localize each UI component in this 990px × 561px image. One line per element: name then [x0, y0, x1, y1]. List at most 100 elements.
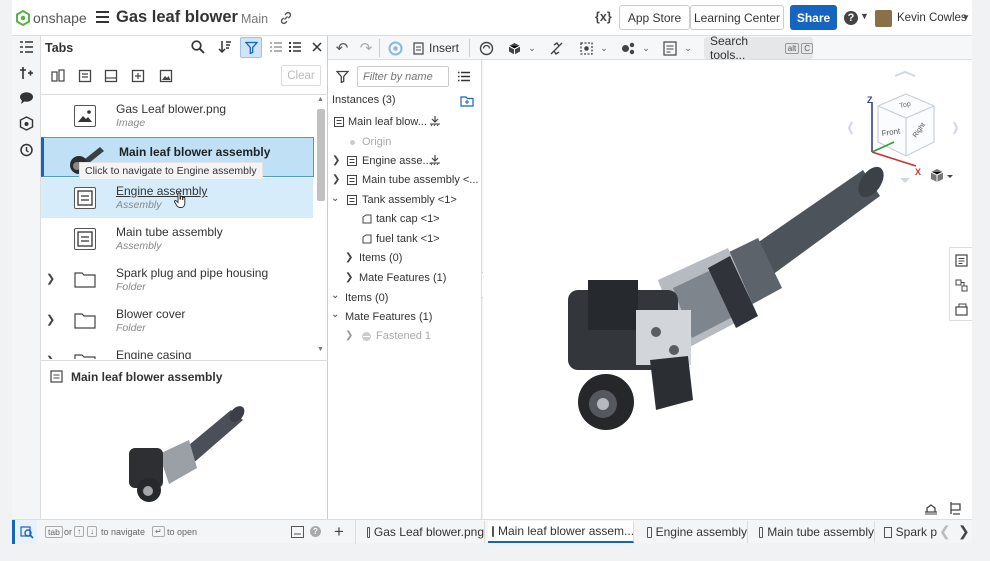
- add-tab-icon[interactable]: +: [334, 522, 344, 542]
- tab-item-blower-cover-folder[interactable]: ❯ Blower cover Folder: [41, 301, 313, 341]
- help-icon[interactable]: ?: [310, 526, 321, 537]
- undo-icon[interactable]: ↶: [333, 39, 351, 57]
- tab-spark-plug-folder[interactable]: Spark p: [880, 521, 937, 543]
- keyboard-icon[interactable]: [291, 526, 304, 538]
- drawing-filter-icon[interactable]: [104, 69, 118, 83]
- tree-item-fastened[interactable]: Fastened 1: [376, 330, 431, 342]
- chevron-down-icon[interactable]: ⌄: [331, 290, 339, 301]
- help-chevron-down-icon[interactable]: ▼: [860, 11, 869, 21]
- tree-item-main-leaf-blower[interactable]: Main leaf blow...: [348, 116, 427, 128]
- section-view-icon[interactable]: [949, 501, 962, 515]
- tabs-scrollbar[interactable]: ▲ ▼: [316, 96, 326, 359]
- filter-by-name-input[interactable]: [357, 66, 449, 87]
- chevron-down-icon[interactable]: ⌄: [641, 39, 651, 57]
- onshape-logo-icon[interactable]: [16, 10, 30, 26]
- tree-item-fuel-tank[interactable]: fuel tank <1>: [376, 233, 440, 245]
- detail-view-icon[interactable]: [288, 41, 301, 53]
- explode-view-icon[interactable]: [620, 39, 636, 57]
- chevron-down-icon[interactable]: ⌄: [331, 193, 339, 204]
- clear-button[interactable]: Clear: [281, 65, 321, 86]
- tab-item-engine-casing-folder[interactable]: ❯ Engine casing: [41, 342, 313, 359]
- search-icon[interactable]: [191, 40, 205, 54]
- avatar[interactable]: [875, 10, 892, 27]
- application-filter-icon[interactable]: [131, 69, 145, 83]
- assembly-filter-icon[interactable]: [78, 69, 92, 83]
- tab-gas-leaf-blower-png[interactable]: Gas Leaf blower.png: [363, 521, 485, 543]
- filter-button[interactable]: [240, 37, 262, 58]
- tree-item-engine-assembly[interactable]: Engine asse...: [362, 155, 432, 167]
- tab-item-main-tube-assembly[interactable]: Main tube assembly Assembly: [41, 219, 313, 259]
- search-tools-input[interactable]: Search tools... alt C: [704, 34, 813, 62]
- user-chevron-down-icon[interactable]: ▼: [962, 13, 970, 22]
- refresh-icon[interactable]: [386, 39, 404, 57]
- redo-icon[interactable]: ↷: [357, 39, 375, 57]
- chevron-down-icon[interactable]: ⌄: [683, 39, 693, 57]
- comments-icon[interactable]: [19, 91, 34, 105]
- history-icon[interactable]: [19, 142, 34, 157]
- tree-item-tank-assembly[interactable]: Tank assembly <1>: [362, 194, 457, 206]
- tab-main-leaf-blower-assembly[interactable]: Main leaf blower assem...: [488, 521, 634, 543]
- chevron-right-icon[interactable]: ❯: [46, 313, 55, 326]
- branch-name[interactable]: Main: [241, 12, 268, 26]
- tree-item-mate-features[interactable]: Mate Features (1): [345, 311, 432, 323]
- insert-parts-icon[interactable]: [19, 66, 34, 80]
- filter-icon[interactable]: [336, 70, 349, 83]
- scrollbar-thumb[interactable]: [317, 109, 325, 201]
- document-title[interactable]: Gas leaf blower: [116, 8, 238, 27]
- tree-item-items[interactable]: Items (0): [359, 252, 402, 264]
- list-view-icon[interactable]: [270, 41, 282, 53]
- tab-item-spark-plug-folder[interactable]: ❯ Spark plug and pipe housing Folder: [41, 260, 313, 300]
- named-positions-icon[interactable]: [662, 39, 678, 57]
- variables-icon[interactable]: {x}: [595, 10, 612, 24]
- scroll-tabs-right-icon[interactable]: ❯: [958, 523, 970, 540]
- graphics-viewport[interactable]: Z X Top Front Right: [483, 60, 972, 519]
- mate-connector-icon[interactable]: [506, 39, 522, 57]
- menu-icon[interactable]: [96, 11, 109, 23]
- link-icon[interactable]: [279, 11, 293, 25]
- view-options-icon[interactable]: [929, 168, 955, 184]
- chevron-right-icon[interactable]: ❯: [332, 155, 340, 166]
- bom-icon[interactable]: [955, 254, 968, 267]
- tree-item-mate-features[interactable]: Mate Features (1): [359, 272, 446, 284]
- brand-name[interactable]: onshape: [33, 10, 87, 26]
- chevron-down-icon[interactable]: ⌄: [527, 39, 537, 57]
- tab-item-engine-assembly[interactable]: Engine assembly Assembly: [41, 178, 313, 218]
- tree-item-items[interactable]: Items (0): [345, 292, 388, 304]
- parts-library-icon[interactable]: [19, 116, 34, 131]
- chevron-right-icon[interactable]: ❯: [46, 354, 55, 359]
- chevron-right-icon[interactable]: ❯: [332, 174, 340, 185]
- scroll-up-icon[interactable]: ▲: [317, 96, 324, 103]
- slider-mate-icon[interactable]: [578, 39, 594, 57]
- chevron-right-icon[interactable]: ❯: [345, 272, 353, 283]
- create-folder-icon[interactable]: [460, 95, 474, 107]
- list-options-icon[interactable]: [458, 71, 470, 82]
- close-icon[interactable]: [312, 42, 322, 52]
- appearance-icon[interactable]: [955, 303, 968, 316]
- fasten-mate-icon[interactable]: [548, 39, 564, 57]
- tree-item-origin[interactable]: Origin: [362, 136, 391, 148]
- tab-engine-assembly[interactable]: Engine assembly: [643, 521, 748, 543]
- tab-main-tube-assembly[interactable]: Main tube assembly: [755, 521, 875, 543]
- chevron-right-icon[interactable]: ❯: [46, 272, 55, 285]
- chevron-right-icon[interactable]: ❯: [345, 252, 353, 263]
- configurations-icon[interactable]: [955, 279, 968, 292]
- user-name[interactable]: Kevin Cowles: [897, 12, 967, 24]
- tree-item-tank-cap[interactable]: tank cap <1>: [376, 213, 440, 225]
- tree-item-main-tube-assembly[interactable]: Main tube assembly <...: [362, 174, 478, 186]
- chevron-right-icon[interactable]: ❯: [345, 330, 353, 341]
- tab-manager-icon[interactable]: [19, 40, 34, 54]
- share-button[interactable]: Share: [790, 5, 837, 30]
- help-icon[interactable]: ?: [844, 11, 858, 25]
- part-studio-filter-icon[interactable]: [51, 69, 65, 83]
- insert-button[interactable]: Insert: [413, 39, 465, 57]
- render-mode-icon[interactable]: [924, 502, 938, 515]
- tab-item-image[interactable]: Gas Leaf blower.png Image: [41, 96, 313, 136]
- scroll-down-icon[interactable]: ▼: [317, 346, 324, 353]
- chevron-down-icon[interactable]: ⌄: [599, 39, 609, 57]
- tab-manager-toggle[interactable]: [12, 520, 37, 544]
- scroll-tabs-left-icon[interactable]: ❮: [939, 523, 951, 540]
- learning-center-button[interactable]: Learning Center: [690, 5, 784, 30]
- leaf-blower-model[interactable]: [558, 160, 888, 445]
- chevron-down-icon[interactable]: ⌄: [331, 309, 339, 320]
- sort-icon[interactable]: [218, 40, 232, 54]
